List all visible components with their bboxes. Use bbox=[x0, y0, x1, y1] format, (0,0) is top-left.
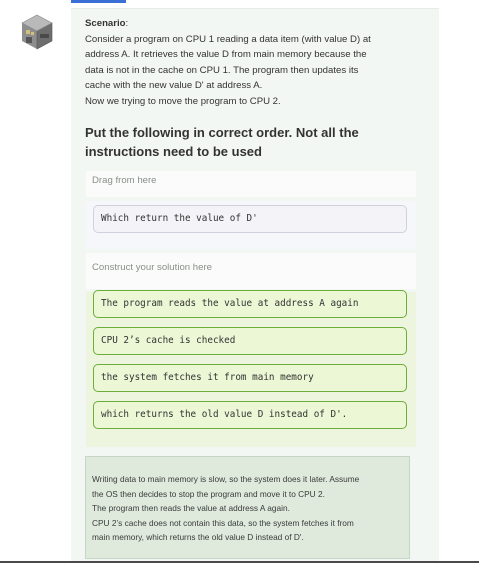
scenario-heading-line: Scenario: bbox=[85, 16, 415, 32]
source-block[interactable]: Which return the value of D' bbox=[93, 205, 407, 233]
scenario-heading: Scenario bbox=[85, 18, 126, 29]
scenario-line: Consider a program on CPU 1 reading a da… bbox=[85, 33, 371, 45]
feedback-line: The program then reads the value at addr… bbox=[92, 503, 290, 513]
bottom-divider bbox=[0, 561, 479, 563]
feedback-line: CPU 2’s cache does not contain this data… bbox=[92, 517, 354, 528]
solution-block[interactable]: the system fetches it from main memory bbox=[93, 364, 407, 392]
feedback-line: the OS then decides to stop the program … bbox=[92, 488, 325, 499]
top-accent-bar bbox=[71, 0, 126, 3]
question-line: Put the following in correct order. Not … bbox=[85, 125, 359, 140]
solution-zone-label: Construct your solution here bbox=[92, 262, 212, 273]
solution-block[interactable]: The program reads the value at address A… bbox=[93, 290, 407, 318]
feedback-line: main memory, which returns the old value… bbox=[92, 532, 304, 542]
feedback-box: Writing data to main memory is slow, so … bbox=[85, 456, 410, 559]
scenario-heading-colon: : bbox=[125, 18, 129, 29]
source-zone-label: Drag from here bbox=[92, 175, 157, 186]
avatar bbox=[18, 13, 56, 51]
question-line: instructions need to be used bbox=[85, 144, 262, 159]
solution-block[interactable]: which returns the old value D instead of… bbox=[93, 401, 407, 429]
scenario-line: Now we trying to move the program to CPU… bbox=[85, 95, 281, 107]
scenario-line: data is not in the cache on CPU 1. The p… bbox=[85, 64, 359, 76]
scenario-text: Scenario: Consider a program on CPU 1 re… bbox=[85, 16, 415, 109]
robot-avatar-icon bbox=[21, 14, 53, 50]
question-prompt: Put the following in correct order. Not … bbox=[85, 123, 415, 161]
scenario-line: address A. It retrieves the value D from… bbox=[85, 49, 367, 60]
question-panel: Scenario: Consider a program on CPU 1 re… bbox=[71, 8, 439, 562]
feedback-line: Writing data to main memory is slow, so … bbox=[92, 474, 360, 484]
solution-block[interactable]: CPU 2’s cache is checked bbox=[93, 327, 407, 355]
scenario-line: cache with the new value D' at address A… bbox=[85, 80, 263, 91]
